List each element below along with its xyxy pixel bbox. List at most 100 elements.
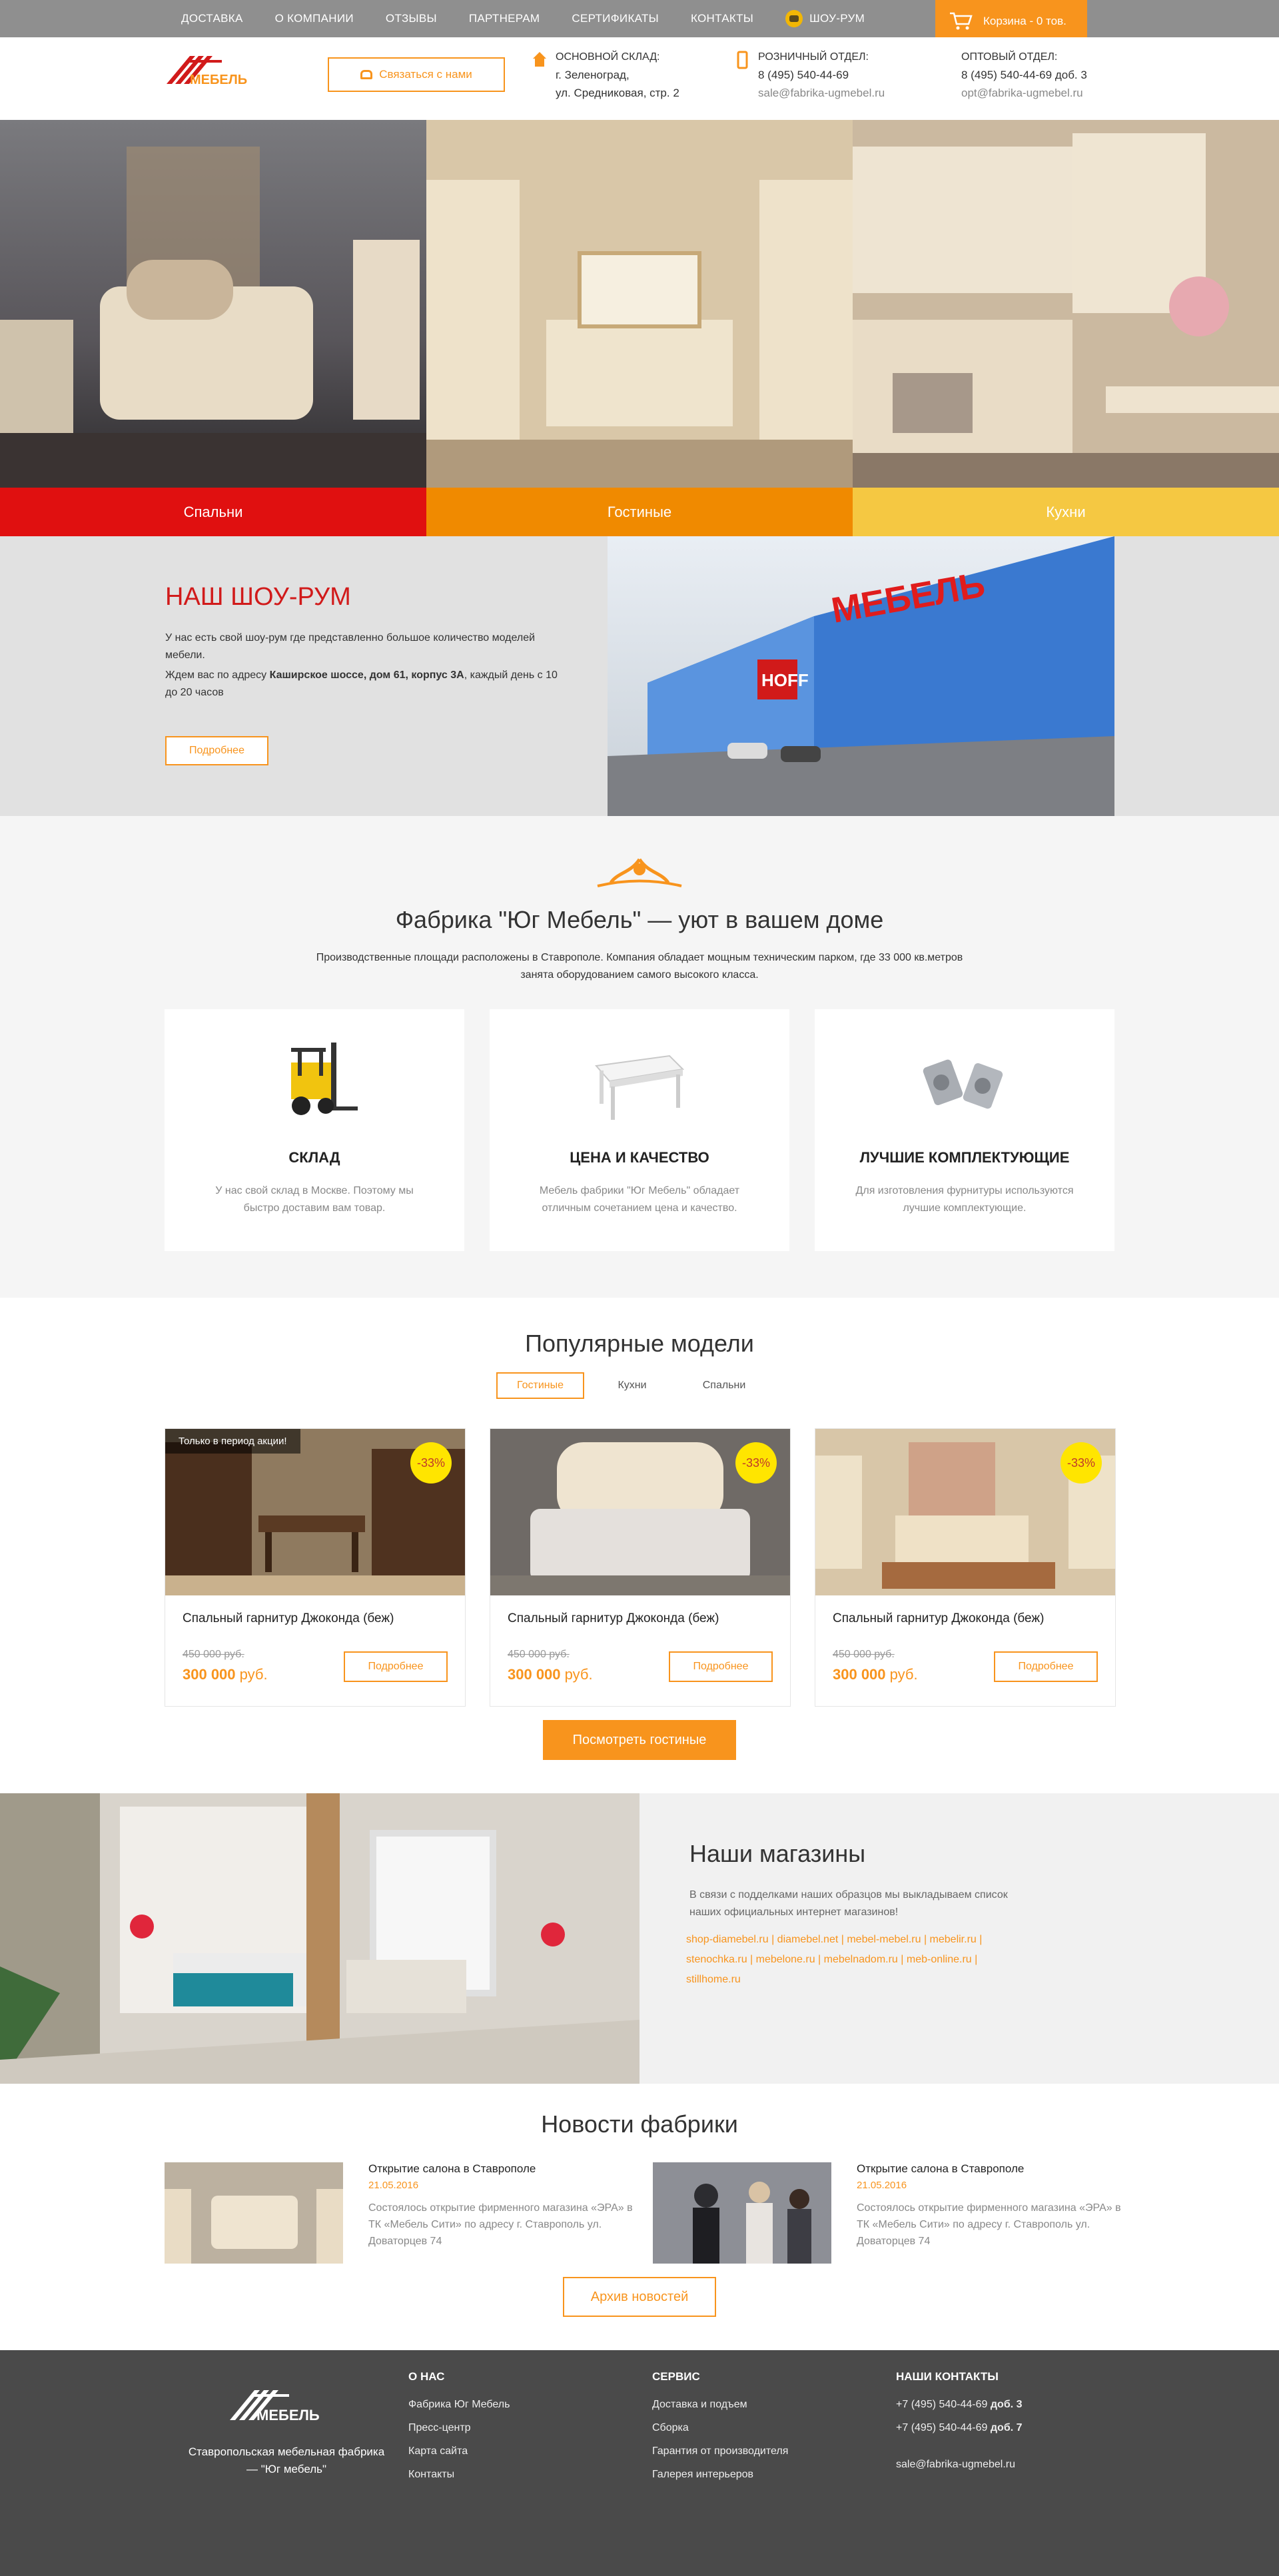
bedroom-photo bbox=[0, 120, 426, 488]
news-item[interactable]: Открытие салона в Ставрополе 21.05.2016 … bbox=[165, 2162, 651, 2269]
footer-link[interactable]: Галерея интерьеров bbox=[652, 2463, 788, 2486]
news-item-text: Состоялось открытие фирменного магазина … bbox=[368, 2202, 633, 2247]
tab-kitchens[interactable]: Кухни bbox=[588, 1372, 676, 1399]
category-banners: Спальни Гостиные Кухни bbox=[0, 120, 1279, 536]
factory-title: Фабрика "Юг Мебель" — уют в вашем доме bbox=[395, 906, 884, 933]
banner-label: Гостиные bbox=[426, 488, 853, 536]
feature-text: Для изготовления фурнитуры используются … bbox=[855, 1185, 1074, 1214]
site-footer: МЕБЕЛЬ Ставропольская мебельная фабрика … bbox=[0, 2350, 1279, 2576]
logo[interactable]: МЕБЕЛЬ bbox=[163, 51, 263, 97]
factory-section: Фабрика "Юг Мебель" — уют в вашем доме П… bbox=[0, 816, 1279, 1298]
nav-item-reviews[interactable]: Отзывы bbox=[386, 12, 437, 25]
price: 300 000 руб. bbox=[183, 1666, 268, 1683]
news-item-title[interactable]: Открытие салона в Ставрополе bbox=[368, 2162, 536, 2176]
home-icon bbox=[533, 52, 546, 67]
cart-icon bbox=[950, 12, 973, 30]
forklift-icon bbox=[291, 1043, 358, 1115]
banner-bedrooms[interactable]: Спальни bbox=[0, 120, 426, 536]
svg-text:HOFF: HOFF bbox=[761, 670, 809, 690]
shops-text: В связи с подделками наших образцов мы в… bbox=[689, 1889, 1008, 1918]
footer-link[interactable]: Карта сайта bbox=[408, 2439, 510, 2463]
product-card[interactable]: Только в период акции! -33% Спальный гар… bbox=[165, 1428, 466, 1707]
showroom-more-button[interactable]: Подробнее bbox=[165, 736, 268, 765]
feature-text: У нас свой склад в Москве. Поэтому мы бы… bbox=[215, 1185, 414, 1214]
shops-title: Наши магазины bbox=[689, 1840, 866, 1867]
news-item-date: 21.05.2016 bbox=[368, 2180, 419, 2191]
store-interior-photo bbox=[0, 1793, 640, 2084]
banner-living-rooms[interactable]: Гостиные bbox=[426, 120, 853, 536]
news-title: Новости фабрики bbox=[541, 2110, 738, 2138]
factory-lead: Производственные площади расположены в С… bbox=[316, 952, 963, 981]
footer-link[interactable]: Фабрика Юг Мебель bbox=[408, 2393, 510, 2416]
price: 300 000 руб. bbox=[833, 1666, 918, 1683]
old-price: 450 000 руб. bbox=[833, 1649, 895, 1660]
popular-title: Популярные модели bbox=[525, 1330, 754, 1357]
discount-badge: -33% bbox=[1061, 1442, 1102, 1484]
shops-links[interactable]: shop-diamebel.ru | diamebel.net | mebel-… bbox=[686, 1930, 1033, 1990]
product-details-button[interactable]: Подробнее bbox=[669, 1651, 773, 1682]
news-item-date: 21.05.2016 bbox=[857, 2180, 907, 2191]
cart-button[interactable]: Корзина - 0 тов. bbox=[935, 0, 1087, 43]
nav-item-partners[interactable]: Партнерам bbox=[469, 12, 540, 25]
tab-living-rooms[interactable]: Гостиные bbox=[496, 1372, 584, 1399]
feature-card-components: Лучшие комплектующие Для изготовления фу… bbox=[815, 1009, 1114, 1251]
footer-service: Сервис Доставка и подъем Сборка Гарантия… bbox=[652, 2370, 788, 2486]
product-details-button[interactable]: Подробнее bbox=[994, 1651, 1098, 1682]
news-item[interactable]: Открытие салона в Ставрополе 21.05.2016 … bbox=[653, 2162, 1139, 2269]
news-item-text: Состоялось открытие фирменного магазина … bbox=[857, 2202, 1121, 2247]
see-living-rooms-button[interactable]: Посмотреть гостиные bbox=[543, 1720, 736, 1760]
footer-link[interactable]: Гарантия от производителя bbox=[652, 2439, 788, 2463]
nav-item-contacts[interactable]: Контакты bbox=[691, 12, 753, 25]
product-name[interactable]: Спальный гарнитур Джоконда (беж) bbox=[508, 1611, 719, 1626]
old-price: 450 000 руб. bbox=[508, 1649, 570, 1660]
price: 300 000 руб. bbox=[508, 1666, 593, 1683]
footer-link[interactable]: Сборка bbox=[652, 2416, 788, 2439]
discount-badge: -33% bbox=[410, 1442, 452, 1484]
contact-us-button[interactable]: Связаться с нами bbox=[328, 57, 505, 92]
news-item-title[interactable]: Открытие салона в Ставрополе bbox=[857, 2162, 1024, 2176]
hinges-icon bbox=[923, 1059, 1003, 1109]
tab-bedrooms[interactable]: Спальни bbox=[680, 1372, 768, 1399]
product-card[interactable]: -33% Спальный гарнитур Джоконда (беж) 45… bbox=[815, 1428, 1116, 1707]
nav-item-certificates[interactable]: Сертификаты bbox=[572, 12, 659, 25]
promo-label: Только в период акции! bbox=[165, 1429, 300, 1454]
showroom-icon bbox=[785, 10, 803, 27]
svg-text:МЕБЕЛЬ: МЕБЕЛЬ bbox=[190, 73, 247, 87]
shops-section: Наши магазины В связи с подделками наших… bbox=[0, 1793, 1279, 2084]
nav-item-showroom[interactable]: Шоу-рум bbox=[785, 10, 865, 27]
footer-about: О нас Фабрика Юг Мебель Пресс-центр Карт… bbox=[408, 2370, 510, 2486]
footer-email[interactable]: sale@fabrika-ugmebel.ru bbox=[896, 2453, 1022, 2476]
feature-card-warehouse: Склад У нас свой склад в Москве. Поэтому… bbox=[165, 1009, 464, 1251]
product-name[interactable]: Спальный гарнитур Джоконда (беж) bbox=[183, 1611, 394, 1626]
warehouse-info: Основной склад: г. Зеленоград, ул. Средн… bbox=[533, 48, 679, 102]
nav-item-about[interactable]: О компании bbox=[275, 12, 354, 25]
news-archive-button[interactable]: Архив новостей bbox=[563, 2277, 716, 2317]
living-room-photo bbox=[426, 120, 853, 488]
feature-text: Мебель фабрики "Юг Мебель" обладает отли… bbox=[539, 1185, 740, 1214]
banner-kitchens[interactable]: Кухни bbox=[853, 120, 1279, 536]
banner-label: Спальни bbox=[0, 488, 426, 536]
old-price: 450 000 руб. bbox=[183, 1649, 244, 1660]
product-name[interactable]: Спальный гарнитур Джоконда (беж) bbox=[833, 1611, 1044, 1626]
footer-logo[interactable]: МЕБЕЛЬ bbox=[226, 2383, 346, 2430]
mobile-icon bbox=[737, 51, 748, 69]
footer-link[interactable]: Контакты bbox=[408, 2463, 510, 2486]
news-section: Новости фабрики Открытие салона в Ставро… bbox=[0, 2084, 1279, 2350]
news-photo bbox=[653, 2162, 831, 2264]
footer-link[interactable]: Доставка и подъем bbox=[652, 2393, 788, 2416]
nav-item-delivery[interactable]: Доставка bbox=[181, 12, 243, 25]
showroom-text: У нас есть свой шоу-рум где представленн… bbox=[165, 632, 558, 698]
table-icon bbox=[595, 1055, 685, 1120]
product-details-button[interactable]: Подробнее bbox=[344, 1651, 448, 1682]
feature-title: Склад bbox=[288, 1149, 340, 1166]
news-photo bbox=[165, 2162, 343, 2264]
banner-label: Кухни bbox=[853, 488, 1279, 536]
product-card[interactable]: -33% Спальный гарнитур Джоконда (беж) 45… bbox=[490, 1428, 791, 1707]
wholesale-info: Оптовый отдел: 8 (495) 540-44-69 доб. 3 … bbox=[961, 51, 1087, 99]
feature-card-quality: Цена и качество Мебель фабрики "Юг Мебел… bbox=[490, 1009, 789, 1251]
footer-link[interactable]: Пресс-центр bbox=[408, 2416, 510, 2439]
footer-phone: +7 (495) 540-44-69 доб. 7 bbox=[896, 2422, 1023, 2433]
footer-phone: +7 (495) 540-44-69 доб. 3 bbox=[896, 2399, 1023, 2410]
popular-models-section: Популярные модели Гостиные Кухни Спальни… bbox=[0, 1298, 1279, 1793]
svg-text:МЕБЕЛЬ: МЕБЕЛЬ bbox=[256, 2407, 320, 2423]
